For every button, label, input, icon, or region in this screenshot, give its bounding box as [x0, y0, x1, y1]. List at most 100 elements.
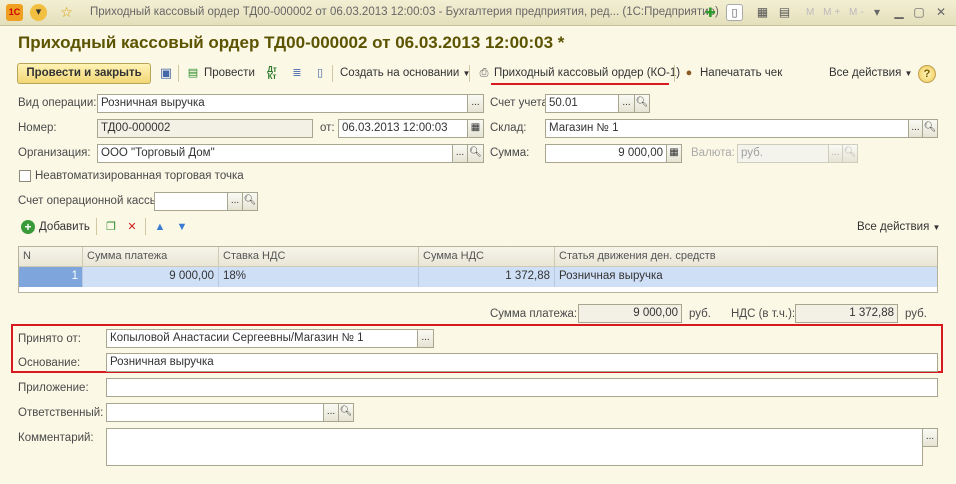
number-field[interactable]: ТД00-000002: [97, 119, 313, 138]
op-type-label: Вид операции:: [18, 97, 97, 109]
cash-account-search-icon[interactable]: 🔍︎: [242, 192, 258, 211]
save-icon[interactable]: ▣: [159, 66, 173, 80]
post-icon[interactable]: ▤: [186, 66, 200, 80]
move-up-icon[interactable]: ▲: [153, 220, 167, 234]
attachment-field[interactable]: [106, 378, 938, 397]
currency-search-icon: 🔍︎: [842, 144, 858, 163]
account-select-button[interactable]: ...: [618, 94, 635, 113]
menu-dropdown-icon[interactable]: ▾: [30, 4, 47, 21]
cell-vat-sum[interactable]: 1 372,88: [419, 267, 555, 287]
cell-n[interactable]: 1: [19, 267, 83, 287]
close-icon[interactable]: ✕: [934, 5, 948, 19]
warehouse-field[interactable]: Магазин № 1: [545, 119, 909, 138]
comment-label: Комментарий:: [18, 432, 94, 444]
nonauto-checkbox[interactable]: [19, 170, 31, 182]
org-search-icon[interactable]: 🔍︎: [467, 144, 484, 163]
date-calendar-icon[interactable]: ▦: [467, 119, 484, 138]
attachment-label: Приложение:: [18, 382, 89, 394]
window-arrow-icon[interactable]: ▾: [870, 5, 884, 19]
op-type-field[interactable]: Розничная выручка: [97, 94, 468, 113]
column-header-cash-flow-item[interactable]: Статья движения ден. средств: [555, 247, 937, 267]
total-vat-currency: руб.: [905, 308, 927, 320]
org-field[interactable]: ООО "Торговый Дом": [97, 144, 453, 163]
responsible-label: Ответственный:: [18, 407, 104, 419]
print-check-button[interactable]: Напечатать чек: [700, 67, 782, 79]
currency-select-button: ...: [828, 144, 843, 163]
cash-account-field[interactable]: [154, 192, 228, 211]
received-from-label: Принято от:: [18, 333, 81, 345]
cash-account-select-button[interactable]: ...: [227, 192, 243, 211]
table-all-actions-button[interactable]: Все действия ▼: [857, 221, 940, 233]
sum-label: Сумма:: [490, 147, 530, 159]
column-header-vat-rate[interactable]: Ставка НДС: [219, 247, 419, 267]
cell-vat-rate[interactable]: 18%: [219, 267, 419, 287]
minimize-icon[interactable]: ▁: [892, 5, 906, 19]
currency-field: руб.: [737, 144, 829, 163]
document-icon[interactable]: ▯: [726, 4, 743, 21]
delete-row-icon[interactable]: ✕: [125, 220, 139, 234]
comment-field[interactable]: [106, 428, 923, 466]
document-title: Приходный кассовый ордер ТД00-000002 от …: [18, 33, 565, 52]
all-actions-button[interactable]: Все действия ▼: [829, 67, 912, 79]
chevron-down-icon: ▼: [932, 223, 941, 232]
total-vat-label: НДС (в т.ч.):: [731, 308, 796, 320]
nonauto-label: Неавтоматизированная торговая точка: [35, 170, 244, 182]
received-from-select-button[interactable]: ...: [417, 329, 434, 348]
dt-kt-icon[interactable]: Дт Кт: [265, 66, 279, 81]
date-label: от:: [320, 122, 335, 134]
add-favorite-icon[interactable]: ✚: [702, 4, 719, 21]
sum-field[interactable]: 9 000,00: [545, 144, 667, 163]
responsible-search-icon[interactable]: 🔍︎: [338, 403, 354, 422]
memory-buttons[interactable]: M M+ M-: [806, 7, 867, 18]
number-label: Номер:: [18, 122, 57, 134]
app-logo-icon[interactable]: 1С: [6, 4, 23, 21]
sum-calculator-icon[interactable]: ▦: [666, 144, 682, 163]
account-label: Счет учета:: [490, 97, 552, 109]
basis-label: Основание:: [18, 357, 81, 369]
add-row-button[interactable]: Добавить: [39, 221, 90, 233]
move-down-icon[interactable]: ▼: [175, 220, 189, 234]
warehouse-label: Склад:: [490, 122, 527, 134]
create-based-on-button[interactable]: Создать на основании ▼: [340, 67, 470, 79]
report-icon[interactable]: ▯: [313, 66, 327, 80]
window-titlebar: 1С ▾ ☆ Приходный кассовый ордер ТД00-000…: [0, 0, 956, 26]
op-type-select-button[interactable]: ...: [467, 94, 484, 113]
help-icon[interactable]: ?: [918, 65, 936, 83]
calendar-icon[interactable]: ▤: [776, 4, 793, 21]
date-field[interactable]: 06.03.2013 12:00:03: [338, 119, 468, 138]
warehouse-search-icon[interactable]: 🔍︎: [922, 119, 938, 138]
print-ko1-button[interactable]: Приходный кассовый ордер (КО-1): [494, 67, 680, 79]
cell-payment-sum[interactable]: 9 000,00: [83, 267, 219, 287]
cell-cash-flow-item[interactable]: Розничная выручка: [555, 267, 937, 287]
print-ko1-highlight: [491, 83, 669, 85]
maximize-icon[interactable]: ▢: [912, 5, 926, 19]
calculator-icon[interactable]: ▦: [754, 4, 771, 21]
account-field[interactable]: 50.01: [545, 94, 619, 113]
org-select-button[interactable]: ...: [452, 144, 468, 163]
warehouse-select-button[interactable]: ...: [908, 119, 923, 138]
column-header-payment-sum[interactable]: Сумма платежа: [83, 247, 219, 267]
add-icon[interactable]: +: [21, 220, 35, 234]
check-print-icon[interactable]: ●: [682, 66, 696, 80]
comment-select-button[interactable]: ...: [922, 428, 938, 447]
printer-icon[interactable]: ⎙: [477, 66, 491, 80]
payments-table: N Сумма платежа Ставка НДС Сумма НДС Ста…: [18, 246, 938, 293]
copy-row-icon[interactable]: ❐: [104, 220, 118, 234]
favorite-star-icon[interactable]: ☆: [58, 4, 75, 21]
received-from-field[interactable]: Копыловой Анастасии Сергеевны/Магазин № …: [106, 329, 418, 348]
account-search-icon[interactable]: 🔍︎: [634, 94, 650, 113]
responsible-field[interactable]: [106, 403, 324, 422]
list-icon[interactable]: ≣: [290, 66, 304, 80]
responsible-select-button[interactable]: ...: [323, 403, 339, 422]
basis-field[interactable]: Розничная выручка: [106, 353, 938, 372]
total-payment-field: 9 000,00: [578, 304, 682, 323]
total-vat-field: 1 372,88: [795, 304, 898, 323]
column-header-n[interactable]: N: [19, 247, 83, 267]
post-and-close-button[interactable]: Провести и закрыть: [17, 63, 151, 84]
toolbar-separator: [469, 65, 470, 82]
column-header-vat-sum[interactable]: Сумма НДС: [419, 247, 555, 267]
window-title: Приходный кассовый ордер ТД00-000002 от …: [90, 6, 719, 18]
toolbar-separator: [332, 65, 333, 82]
post-button[interactable]: Провести: [204, 67, 255, 79]
toolbar-separator: [145, 218, 146, 235]
